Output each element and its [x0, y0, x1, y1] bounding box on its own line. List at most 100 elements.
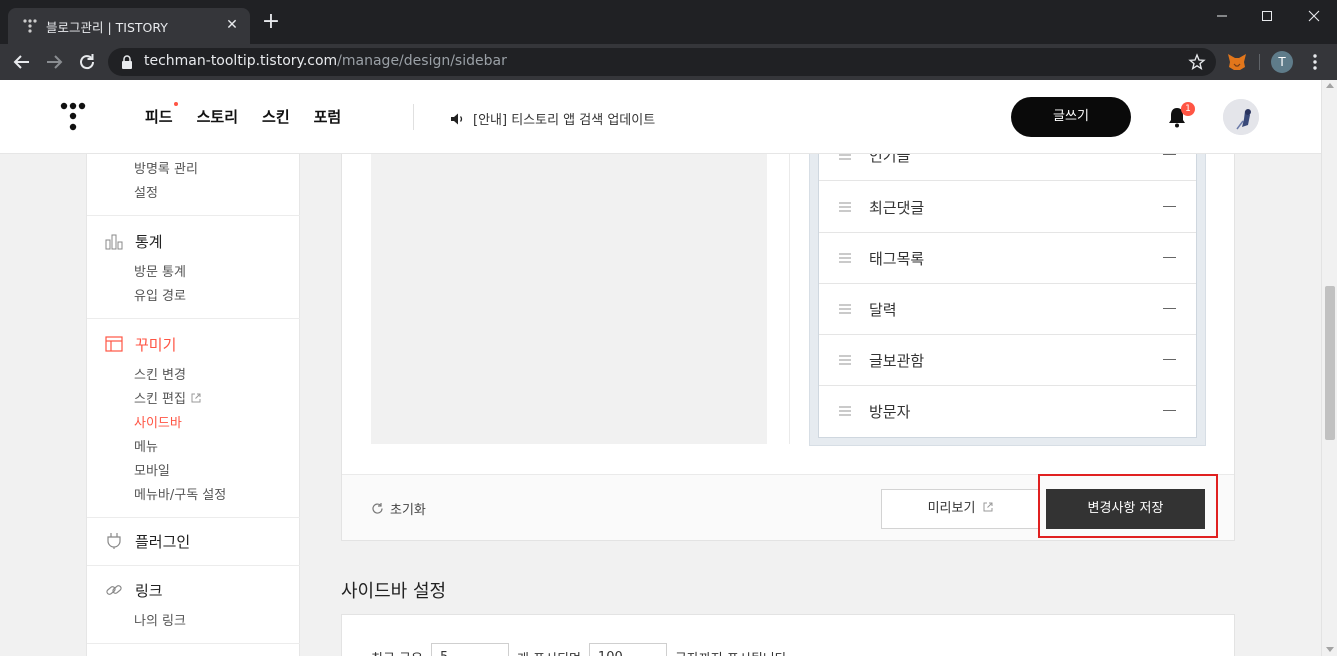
reset-label: 초기화: [390, 503, 426, 518]
link-icon: [106, 585, 122, 595]
sidebar-item-menubar-subscribe[interactable]: 메뉴바/구독 설정: [134, 484, 226, 503]
remove-module-icon[interactable]: [1163, 308, 1176, 309]
setting-label: 최근 글은: [371, 648, 423, 656]
sidebar-item-skin-change[interactable]: 스킨 변경: [134, 364, 186, 383]
plug-icon: [107, 533, 121, 549]
sidebar-section-title: 링크: [135, 581, 163, 600]
scroll-down-arrow-icon[interactable]: [1326, 647, 1334, 652]
write-button[interactable]: 글쓰기: [1011, 97, 1131, 137]
metamask-fox-icon[interactable]: [1226, 52, 1248, 72]
sidebar-settings-card: 최근 글은 개 표시되며 글자까지 표시됩니다: [341, 614, 1235, 656]
active-modules-container: 인기글 최근댓글 태그목록 달력 글보관함 방문자: [809, 147, 1206, 446]
sidebar-item-skin-edit[interactable]: 스킨 편집: [134, 388, 201, 407]
new-tab-icon[interactable]: +: [260, 11, 282, 34]
post-count-input[interactable]: [430, 643, 509, 656]
reset-button[interactable]: 초기화: [371, 499, 426, 518]
admin-sidebar: 방명록 관리 설정 통계 방문 통계 유입 경로 꾸미기 스킨 변경 스킨 편집…: [86, 154, 300, 656]
sidebar-section-title: 플러그인: [135, 532, 191, 551]
sidebar-item-menu[interactable]: 메뉴: [134, 436, 158, 455]
address-bar[interactable]: techman-tooltip.tistory.com/manage/desig…: [108, 48, 1216, 76]
bookmark-star-icon[interactable]: [1188, 53, 1206, 71]
reset-icon: [372, 503, 383, 514]
browser-tab[interactable]: 블로그관리 | TISTORY ✕: [8, 8, 250, 44]
sidebar-section-design[interactable]: 꾸미기: [105, 333, 176, 355]
sidebar-item-guestbook-settings[interactable]: 설정: [134, 182, 158, 201]
tistory-logo-icon[interactable]: [60, 102, 86, 132]
module-label: 달력: [869, 301, 897, 319]
page-scrollbar[interactable]: [1321, 80, 1337, 656]
module-label: 태그목록: [869, 250, 925, 268]
remove-module-icon[interactable]: [1163, 410, 1176, 411]
sidebar-item-visit-stats[interactable]: 방문 통계: [134, 261, 186, 280]
sidebar-section-plugin[interactable]: 플러그인: [105, 530, 190, 552]
header-divider: [413, 104, 414, 130]
back-arrow-icon[interactable]: [10, 50, 34, 74]
column-divider: [789, 154, 790, 444]
maximize-icon[interactable]: [1255, 6, 1279, 26]
external-link-icon: [983, 502, 993, 512]
recent-posts-setting-row: 최근 글은 개 표시되며 글자까지 표시됩니다: [371, 643, 787, 656]
minimize-icon[interactable]: [1210, 6, 1234, 26]
char-limit-input[interactable]: [588, 643, 667, 656]
editor-footer: 초기화 미리보기 변경사항 저장: [342, 474, 1234, 540]
sidebar-item-sidebar[interactable]: 사이드바: [134, 412, 182, 431]
window-close-icon[interactable]: [1302, 6, 1326, 26]
user-avatar[interactable]: [1223, 99, 1259, 135]
module-item[interactable]: 최근댓글: [819, 182, 1196, 233]
scrollbar-thumb[interactable]: [1325, 286, 1335, 440]
sidebar-divider: [87, 565, 300, 566]
more-vert-icon[interactable]: [1305, 52, 1325, 72]
browser-toolbar: techman-tooltip.tistory.com/manage/desig…: [0, 44, 1337, 80]
sidebar-item-referrer[interactable]: 유입 경로: [134, 285, 186, 304]
preview-button[interactable]: 미리보기: [881, 489, 1040, 529]
module-label: 글보관함: [869, 352, 925, 370]
nav-skin[interactable]: 스킨: [262, 106, 290, 127]
module-item[interactable]: 태그목록: [819, 233, 1196, 284]
module-label: 최근댓글: [869, 199, 925, 217]
module-label: 방문자: [869, 403, 911, 421]
remove-module-icon[interactable]: [1163, 257, 1176, 258]
module-item[interactable]: 달력: [819, 284, 1196, 335]
global-nav: 피드 스토리 스킨 포럼: [145, 102, 342, 127]
module-item[interactable]: 방문자: [819, 386, 1196, 437]
sidebar-section-stats[interactable]: 통계: [105, 230, 163, 252]
module-list: 인기글 최근댓글 태그목록 달력 글보관함 방문자: [818, 147, 1197, 438]
notice-text: [안내] 티스토리 앱 검색 업데이트: [473, 113, 656, 128]
sidebar-item-mobile[interactable]: 모바일: [134, 460, 170, 479]
remove-module-icon[interactable]: [1163, 154, 1176, 155]
nav-forum[interactable]: 포럼: [314, 106, 342, 127]
bar-chart-icon: [105, 234, 123, 250]
close-icon[interactable]: ✕: [222, 15, 242, 35]
sidebar-item-my-links[interactable]: 나의 링크: [134, 610, 186, 629]
drag-handle-icon[interactable]: [839, 253, 851, 263]
new-dot-badge: [173, 102, 178, 106]
remove-module-icon[interactable]: [1163, 359, 1176, 360]
save-changes-button[interactable]: 변경사항 저장: [1046, 489, 1205, 529]
toolbar-divider: [1259, 54, 1260, 70]
sidebar-section-link[interactable]: 링크: [105, 579, 163, 601]
sidebar-section-title: 꾸미기: [135, 335, 177, 354]
drag-handle-icon[interactable]: [839, 355, 851, 365]
setting-label: 글자까지 표시됩니다: [675, 648, 787, 656]
notification-count-badge: 1: [1181, 102, 1195, 116]
module-item[interactable]: 글보관함: [819, 335, 1196, 386]
setting-label: 개 표시되며: [517, 648, 581, 656]
site-header: 피드 스토리 스킨 포럼 [안내] 티스토리 앱 검색 업데이트 글쓰기 1: [0, 80, 1321, 154]
sidebar-divider: [87, 517, 300, 518]
sidebar-item-guestbook-manage[interactable]: 방명록 관리: [134, 158, 198, 177]
section-title: 사이드바 설정: [341, 581, 447, 602]
external-link-icon: [191, 393, 201, 403]
drag-handle-icon[interactable]: [839, 304, 851, 314]
reload-icon[interactable]: [75, 50, 99, 74]
drag-handle-icon[interactable]: [839, 202, 851, 212]
profile-avatar[interactable]: T: [1271, 51, 1293, 73]
remove-module-icon[interactable]: [1163, 206, 1176, 207]
drag-handle-icon[interactable]: [839, 406, 851, 416]
nav-feed[interactable]: 피드: [145, 102, 178, 127]
forward-arrow-icon[interactable]: [42, 50, 66, 74]
notice-link[interactable]: [안내] 티스토리 앱 검색 업데이트: [450, 109, 655, 128]
page-viewport: 피드 스토리 스킨 포럼 [안내] 티스토리 앱 검색 업데이트 글쓰기 1 방…: [0, 80, 1321, 656]
nav-story[interactable]: 스토리: [197, 106, 238, 127]
sidebar-divider: [87, 643, 300, 644]
scroll-up-arrow-icon[interactable]: [1326, 83, 1334, 88]
